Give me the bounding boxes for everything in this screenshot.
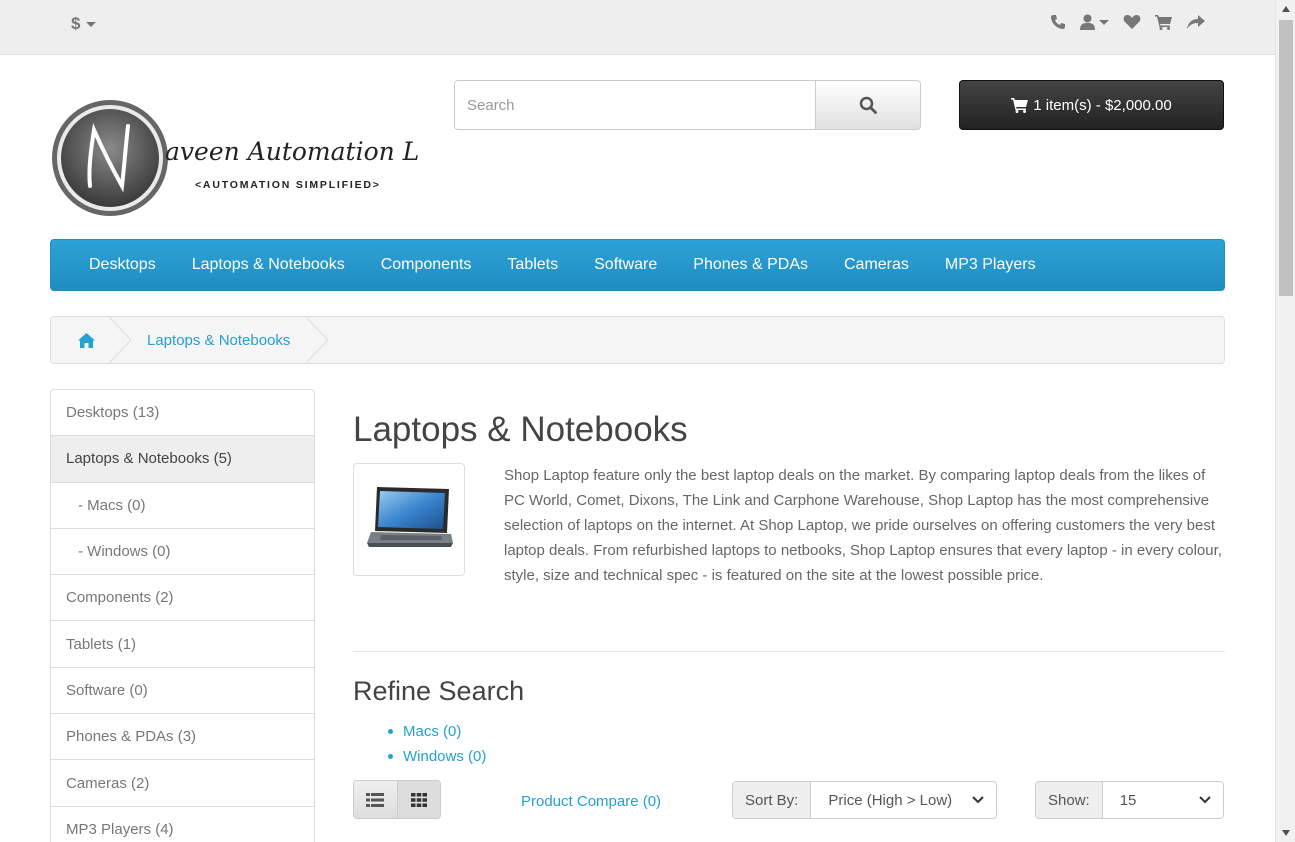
sidebar-item-desktops[interactable]: Desktops (13) xyxy=(51,390,314,437)
refine-search-list: Macs (0) Windows (0) xyxy=(387,719,486,769)
search-input[interactable] xyxy=(454,80,816,130)
page-scrollbar[interactable] xyxy=(1275,0,1295,842)
home-icon xyxy=(77,332,95,348)
refine-search-title: Refine Search xyxy=(353,676,525,706)
logo-tagline: <AUTOMATION SIMPLIFIED> xyxy=(195,179,381,191)
laptop-image xyxy=(367,486,453,547)
view-toggle xyxy=(353,780,441,819)
cart-button[interactable]: 1 item(s) - $2,000.00 xyxy=(959,80,1224,130)
chevron-down-icon xyxy=(86,21,97,27)
page-title: Laptops & Notebooks xyxy=(353,410,688,449)
grid-icon xyxy=(410,792,427,807)
list-view-button[interactable] xyxy=(354,781,397,818)
menu-item-phones[interactable]: Phones & PDAs xyxy=(675,256,826,274)
logo-title: aveen Automation Labs xyxy=(165,137,420,166)
phone-icon[interactable] xyxy=(1050,14,1066,30)
search-icon xyxy=(859,96,877,114)
chevron-down-icon xyxy=(1199,796,1211,804)
scroll-up-arrow-icon[interactable] xyxy=(1282,6,1290,12)
breadcrumb-label: Laptops & Notebooks xyxy=(147,331,291,349)
breadcrumb-home[interactable] xyxy=(51,317,132,363)
sidebar-item-cameras[interactable]: Cameras (2) xyxy=(51,760,314,807)
product-compare-link[interactable]: Product Compare (0) xyxy=(521,793,661,810)
menu-item-software[interactable]: Software xyxy=(576,256,675,274)
menu-item-desktops[interactable]: Desktops xyxy=(71,256,174,274)
breadcrumb: Laptops & Notebooks xyxy=(50,316,1225,364)
sidebar-item-macs[interactable]: - Macs (0) xyxy=(51,483,314,529)
scrollbar-thumb[interactable] xyxy=(1279,20,1293,296)
breadcrumb-current[interactable]: Laptops & Notebooks xyxy=(121,317,330,363)
sort-label: Sort By: xyxy=(733,782,812,818)
shopping-cart-icon[interactable] xyxy=(1155,14,1173,30)
sidebar-item-tablets[interactable]: Tablets (1) xyxy=(51,621,314,668)
menu-item-components[interactable]: Components xyxy=(363,256,490,274)
menu-item-mp3[interactable]: MP3 Players xyxy=(927,256,1054,274)
category-description: Shop Laptop feature only the best laptop… xyxy=(504,467,1222,584)
menu-item-tablets[interactable]: Tablets xyxy=(489,256,576,274)
menu-item-cameras[interactable]: Cameras xyxy=(826,256,927,274)
show-value: 15 xyxy=(1119,791,1137,809)
user-icon xyxy=(1080,14,1095,30)
shopping-cart-icon xyxy=(1011,98,1029,113)
sidebar-item-laptops[interactable]: Laptops & Notebooks (5) xyxy=(51,436,314,483)
scroll-down-arrow-icon[interactable] xyxy=(1282,830,1290,836)
sidebar-item-mp3[interactable]: MP3 Players (4) xyxy=(51,807,314,842)
show-select[interactable]: 15 xyxy=(1102,782,1223,818)
menu-item-laptops[interactable]: Laptops & Notebooks xyxy=(174,256,363,274)
divider xyxy=(353,651,1225,652)
currency-dropdown[interactable]: $ xyxy=(71,14,97,34)
share-icon[interactable] xyxy=(1187,14,1205,30)
heart-icon[interactable] xyxy=(1123,14,1141,30)
chevron-down-icon xyxy=(1099,19,1109,25)
top-bar: $ xyxy=(0,0,1275,55)
search-bar xyxy=(454,80,921,130)
site-logo[interactable]: aveen Automation Labs <AUTOMATION SIMPLI… xyxy=(50,98,463,218)
list-icon xyxy=(366,792,385,807)
cart-total: 1 item(s) - $2,000.00 xyxy=(1033,96,1172,114)
refine-link-windows[interactable]: Windows (0) xyxy=(387,744,486,769)
sidebar-item-windows[interactable]: - Windows (0) xyxy=(51,529,314,576)
category-image[interactable] xyxy=(353,463,465,576)
main-menu: Desktops Laptops & Notebooks Components … xyxy=(50,239,1225,291)
sidebar-item-phones[interactable]: Phones & PDAs (3) xyxy=(51,714,314,761)
grid-view-button[interactable] xyxy=(396,781,440,818)
chevron-down-icon xyxy=(972,796,984,804)
category-sidebar: Desktops (13) Laptops & Notebooks (5) - … xyxy=(50,389,315,842)
sidebar-item-software[interactable]: Software (0) xyxy=(51,668,314,715)
refine-link-macs[interactable]: Macs (0) xyxy=(387,719,486,744)
sort-control: Sort By: Price (High > Low) xyxy=(732,781,997,819)
sidebar-item-components[interactable]: Components (2) xyxy=(51,575,314,622)
sort-select[interactable]: Price (High > Low) xyxy=(811,782,996,818)
show-label: Show: xyxy=(1036,782,1103,818)
breadcrumb-separator xyxy=(306,317,330,363)
currency-symbol: $ xyxy=(71,14,81,33)
account-dropdown[interactable] xyxy=(1080,14,1109,30)
show-control: Show: 15 xyxy=(1035,781,1224,819)
top-links xyxy=(1050,14,1205,30)
search-button[interactable] xyxy=(816,80,921,130)
sort-value: Price (High > Low) xyxy=(828,791,953,809)
